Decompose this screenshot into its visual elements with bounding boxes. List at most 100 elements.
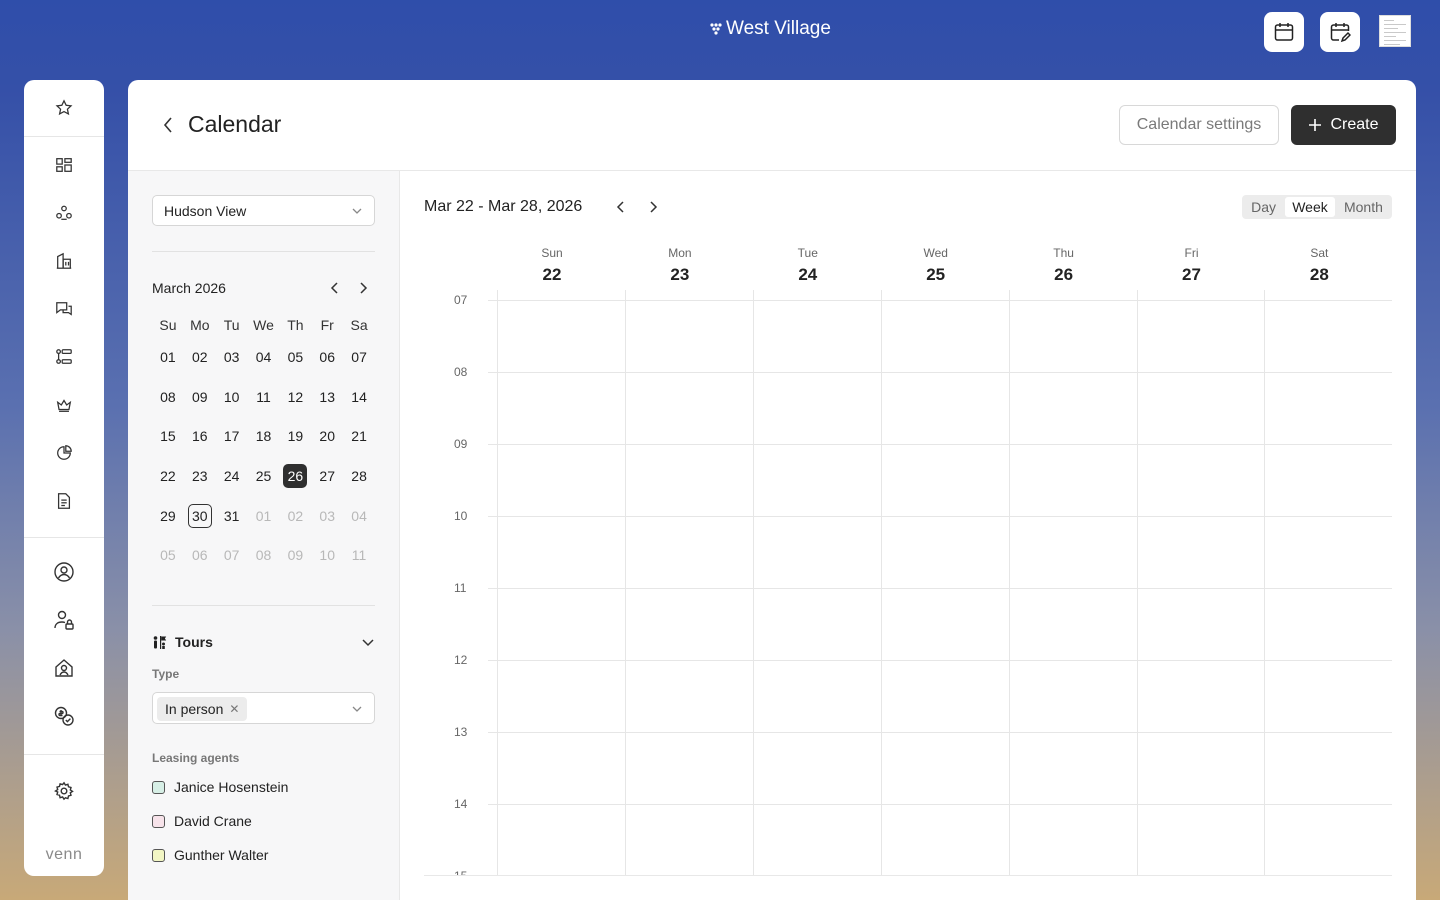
reports-nav-button[interactable] xyxy=(52,441,76,465)
hour-gridline xyxy=(488,588,1392,589)
access-nav-button[interactable] xyxy=(52,608,76,632)
day-column-header[interactable]: Wed 25 xyxy=(872,246,1000,285)
residents-nav-button[interactable] xyxy=(52,656,76,680)
agent-checkbox[interactable] xyxy=(152,780,165,794)
mini-calendar-day[interactable]: 31 xyxy=(216,504,248,528)
mini-calendar-day[interactable]: 01 xyxy=(152,345,184,369)
leasing-agent-option[interactable]: David Crane xyxy=(152,812,252,830)
settings-nav-button[interactable] xyxy=(52,779,76,803)
mini-calendar-next-button[interactable] xyxy=(355,280,371,296)
mini-calendar-day[interactable]: 27 xyxy=(311,464,343,488)
type-select[interactable]: In person ✕ xyxy=(152,692,375,724)
crown-icon xyxy=(56,399,72,412)
home-user-icon xyxy=(55,659,73,677)
leasing-agent-option[interactable]: Janice Hosenstein xyxy=(152,778,288,796)
mini-calendar-day[interactable]: 23 xyxy=(184,464,216,488)
leasing-agent-option[interactable]: Gunther Walter xyxy=(152,846,268,864)
buildings-nav-button[interactable] xyxy=(52,249,76,273)
hour-label: 14 xyxy=(454,797,468,811)
day-column-header[interactable]: Thu 26 xyxy=(1000,246,1128,285)
profile-nav-button[interactable] xyxy=(52,560,76,584)
mini-calendar-day[interactable]: 20 xyxy=(311,424,343,448)
mini-calendar-day[interactable]: 11 xyxy=(343,543,375,567)
mini-calendar-day-number: 11 xyxy=(351,547,367,564)
mini-calendar-day[interactable]: 16 xyxy=(184,424,216,448)
mini-calendar-day[interactable]: 04 xyxy=(343,504,375,528)
document-thumbnail[interactable] xyxy=(1379,15,1411,47)
mini-calendar-day[interactable]: 14 xyxy=(343,385,375,409)
mini-calendar-day[interactable]: 18 xyxy=(248,424,280,448)
property-select[interactable]: Hudson View xyxy=(152,195,375,226)
mini-calendar-day[interactable]: 10 xyxy=(311,543,343,567)
mini-calendar-day[interactable]: 03 xyxy=(311,504,343,528)
agent-checkbox[interactable] xyxy=(152,848,165,862)
day-column-divider xyxy=(624,290,626,875)
day-column-header[interactable]: Fri 27 xyxy=(1128,246,1256,285)
documents-nav-button[interactable] xyxy=(52,489,76,513)
mini-calendar-day[interactable]: 12 xyxy=(279,385,311,409)
remove-chip-icon[interactable]: ✕ xyxy=(229,702,239,721)
mini-calendar-day[interactable]: 03 xyxy=(216,345,248,369)
mini-calendar-day[interactable]: 07 xyxy=(343,345,375,369)
mini-calendar-prev-button[interactable] xyxy=(327,280,343,296)
day-column-header[interactable]: Sun 22 xyxy=(488,246,616,285)
back-button[interactable] xyxy=(158,114,178,136)
mini-calendar-day-number: 12 xyxy=(287,388,304,405)
mini-calendar-day[interactable]: 28 xyxy=(343,464,375,488)
mini-calendar-day[interactable]: 08 xyxy=(152,385,184,409)
view-day-button[interactable]: Day xyxy=(1244,197,1283,217)
mini-calendar-day[interactable]: 24 xyxy=(216,464,248,488)
mini-calendar-day[interactable]: 06 xyxy=(184,543,216,567)
day-of-week: Tue xyxy=(797,246,818,260)
day-column-header[interactable]: Mon 23 xyxy=(616,246,744,285)
mini-calendar-day[interactable]: 19 xyxy=(279,424,311,448)
tours-section-header[interactable]: Tours xyxy=(152,632,375,652)
mini-calendar-day[interactable]: 10 xyxy=(216,385,248,409)
dashboard-nav-button[interactable] xyxy=(52,153,76,177)
calendar-shortcut-button[interactable] xyxy=(1264,12,1304,52)
mini-calendar-day[interactable]: 11 xyxy=(248,385,280,409)
mini-calendar-day[interactable]: 15 xyxy=(152,424,184,448)
view-month-button[interactable]: Month xyxy=(1337,197,1390,217)
favorites-nav-button[interactable] xyxy=(52,96,76,120)
messages-nav-button[interactable] xyxy=(52,297,76,321)
mini-calendar-day[interactable]: 08 xyxy=(248,543,280,567)
mini-calendar-day[interactable]: 05 xyxy=(279,345,311,369)
mini-calendar-day[interactable]: 06 xyxy=(311,345,343,369)
day-column-header[interactable]: Sat 28 xyxy=(1255,246,1383,285)
mini-calendar-day[interactable]: 02 xyxy=(184,345,216,369)
mini-calendar-day[interactable]: 02 xyxy=(279,504,311,528)
mini-calendar-day[interactable]: 04 xyxy=(248,345,280,369)
day-of-week: Thu xyxy=(1053,246,1074,260)
week-calendar: Mar 22 - Mar 28, 2026 Day Week Month Sun 22… xyxy=(400,171,1416,900)
mini-calendar-day[interactable]: 01 xyxy=(248,504,280,528)
day-column-header[interactable]: Tue 24 xyxy=(744,246,872,285)
next-week-button[interactable] xyxy=(644,198,662,216)
date-range: Mar 22 - Mar 28, 2026 xyxy=(424,198,583,215)
mini-calendar-day[interactable]: 25 xyxy=(248,464,280,488)
agent-checkbox[interactable] xyxy=(152,814,165,828)
mini-calendar-day[interactable]: 30 xyxy=(184,503,216,528)
view-week-button[interactable]: Week xyxy=(1285,197,1335,217)
mini-calendar-day[interactable]: 29 xyxy=(152,504,184,528)
time-grid[interactable]: 07 08 09 10 11 12 13 14 15 xyxy=(424,290,1392,876)
premium-nav-button[interactable] xyxy=(52,393,76,417)
calendar-edit-button[interactable] xyxy=(1320,12,1360,52)
payments-nav-button[interactable] xyxy=(52,704,76,728)
calendar-settings-button[interactable]: Calendar settings xyxy=(1119,105,1279,145)
mini-calendar-day[interactable]: 07 xyxy=(216,543,248,567)
top-bar: West Village xyxy=(0,0,1440,64)
mini-calendar-day[interactable]: 26 xyxy=(279,463,311,488)
mini-calendar-day[interactable]: 13 xyxy=(311,385,343,409)
mini-calendar-day[interactable]: 22 xyxy=(152,464,184,488)
brand-logo-icon xyxy=(710,23,722,35)
mini-calendar-day[interactable]: 09 xyxy=(184,385,216,409)
create-button[interactable]: Create xyxy=(1291,105,1396,145)
mini-calendar-day[interactable]: 09 xyxy=(279,543,311,567)
community-nav-button[interactable] xyxy=(52,201,76,225)
prev-week-button[interactable] xyxy=(612,198,630,216)
workflow-nav-button[interactable] xyxy=(52,345,76,369)
mini-calendar-day[interactable]: 05 xyxy=(152,543,184,567)
mini-calendar-day[interactable]: 21 xyxy=(343,424,375,448)
mini-calendar-day[interactable]: 17 xyxy=(216,424,248,448)
